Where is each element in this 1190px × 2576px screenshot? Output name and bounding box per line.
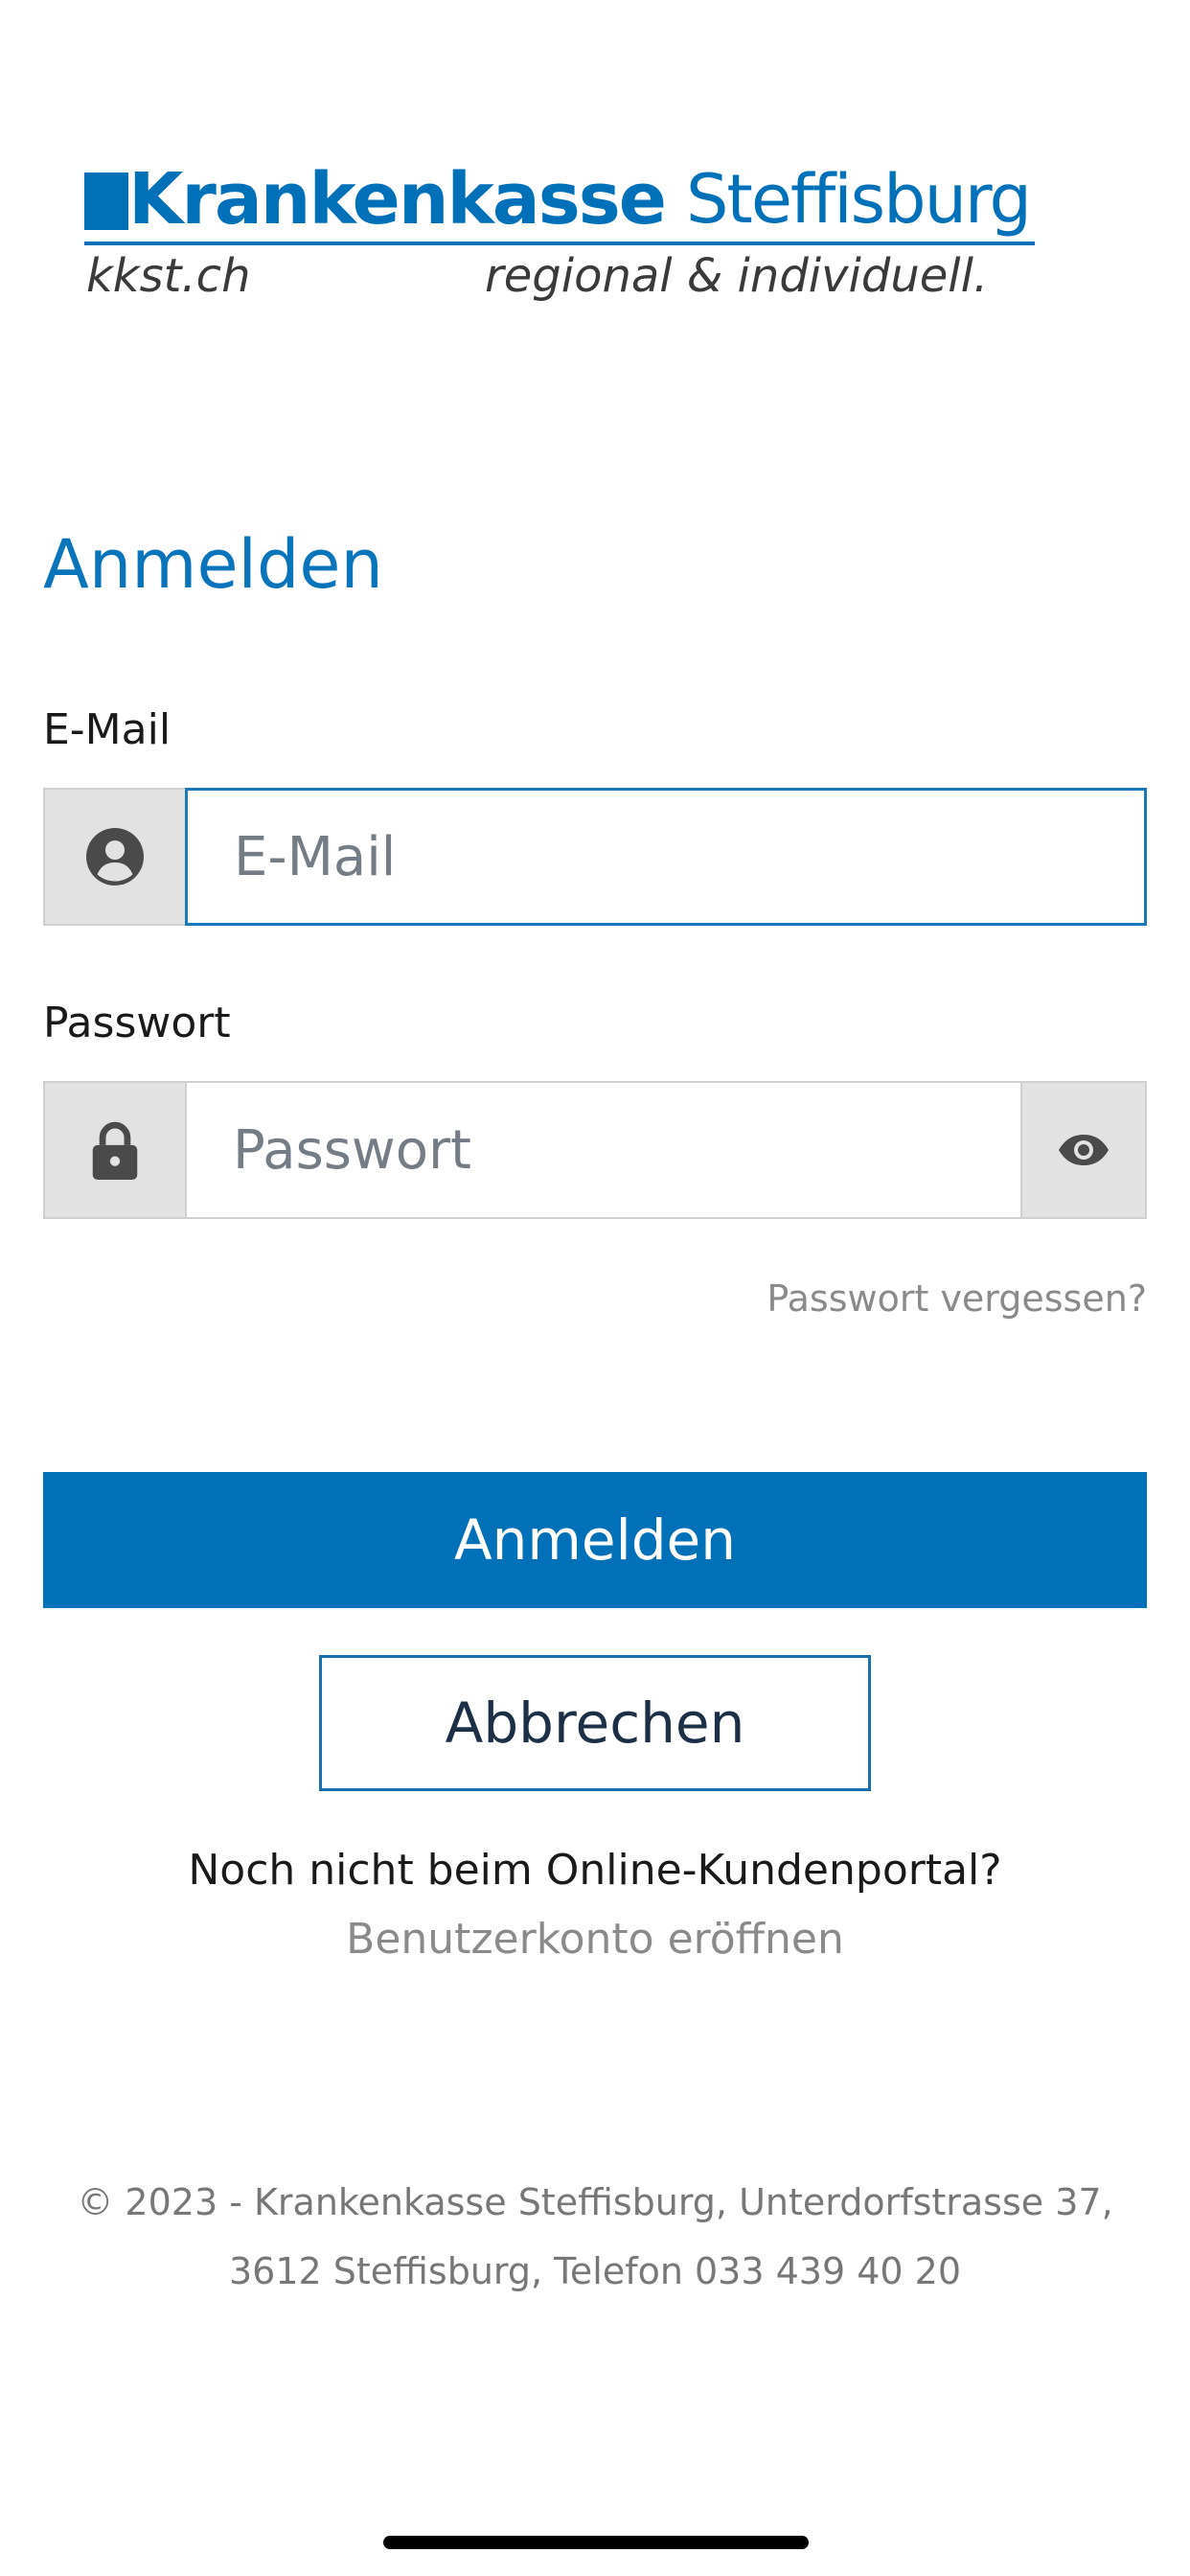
password-addon — [43, 1081, 185, 1219]
company-logo: Krankenkasse Steffisburg kkst.ch regiona… — [84, 161, 1042, 314]
page-title: Anmelden — [43, 525, 383, 604]
password-input[interactable] — [185, 1081, 1022, 1219]
user-circle-icon — [86, 828, 144, 886]
logo-brand-suffix: Steffisburg — [685, 160, 1032, 239]
email-input-group — [43, 788, 1147, 926]
email-label: E-Mail — [43, 705, 172, 754]
logo-mark — [84, 172, 128, 230]
eye-icon — [1059, 1135, 1109, 1165]
logo-wordmark: Krankenkasse Steffisburg — [84, 158, 1032, 241]
lock-icon — [92, 1121, 138, 1180]
footer-text: © 2023 - Krankenkasse Steffisburg, Unter… — [77, 2181, 1113, 2292]
cancel-button[interactable]: Abbrechen — [319, 1655, 871, 1791]
logo-tagline: regional & individuell. — [485, 249, 989, 303]
password-visibility-toggle[interactable] — [1022, 1081, 1147, 1219]
create-account-link[interactable]: Benutzerkonto eröffnen — [0, 1915, 1190, 1964]
logo-domain: kkst.ch — [86, 249, 251, 303]
logo-brand: Krankenkasse — [128, 158, 667, 241]
forgot-password-link[interactable]: Passwort vergessen? — [767, 1277, 1147, 1320]
password-label: Passwort — [43, 999, 231, 1047]
register-question: Noch nicht beim Online-Kundenportal? — [188, 1846, 1002, 1895]
home-indicator[interactable] — [383, 2536, 809, 2549]
email-input[interactable] — [185, 788, 1147, 926]
logo-rule — [84, 242, 1035, 245]
login-button[interactable]: Anmelden — [43, 1472, 1147, 1608]
email-addon — [43, 788, 185, 926]
password-input-group — [43, 1081, 1147, 1219]
login-page: Krankenkasse Steffisburg kkst.ch regiona… — [0, 0, 1190, 2576]
